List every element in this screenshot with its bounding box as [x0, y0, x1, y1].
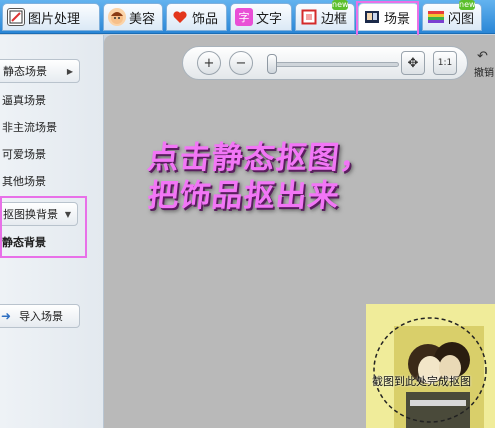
- sidebar-item-alternative[interactable]: 非主流场景: [2, 119, 57, 135]
- tab-label: 文字: [256, 11, 283, 27]
- tab-label: 饰品: [192, 11, 219, 27]
- tab-beauty[interactable]: 美容: [103, 3, 163, 31]
- tab-photo-edit[interactable]: 图片处理: [2, 3, 100, 31]
- import-scene-label: 导入场景: [19, 310, 64, 323]
- actual-size-button[interactable]: 1:1: [433, 51, 457, 75]
- zoom-out-icon: −: [235, 55, 247, 71]
- sidebar-item-realistic[interactable]: 逼真场景: [2, 92, 46, 108]
- zoom-slider-track[interactable]: [269, 62, 399, 67]
- fit-screen-icon: ✥: [407, 55, 419, 71]
- tab-accessories[interactable]: 饰品: [166, 3, 227, 31]
- import-scene-button[interactable]: ➜ 导入场景: [0, 304, 80, 328]
- zoom-in-icon: +: [203, 55, 215, 71]
- tab-flash[interactable]: new 闪图: [422, 0, 482, 31]
- cutout-highlight: [0, 196, 87, 258]
- instruction-line-2: 把饰品抠出来: [145, 178, 342, 214]
- photo-edit-icon: [7, 8, 25, 26]
- zoom-slider-thumb[interactable]: [267, 54, 277, 74]
- text-icon: 字: [235, 8, 253, 26]
- tab-frame[interactable]: new 边框: [295, 0, 355, 31]
- new-badge: new: [459, 0, 476, 10]
- static-scene-button[interactable]: 静态场景 ▶: [0, 59, 80, 83]
- cutout-preview-image[interactable]: [366, 304, 495, 428]
- static-scene-label: 静态场景: [3, 65, 47, 78]
- tab-label: 美容: [129, 11, 156, 27]
- undo-icon: ↶: [477, 49, 488, 64]
- zoom-out-button[interactable]: −: [229, 51, 253, 75]
- tab-label: 闪图: [448, 11, 475, 27]
- fit-screen-button[interactable]: ✥: [401, 51, 425, 75]
- frame-icon: [300, 8, 318, 26]
- preview-photo: [366, 304, 495, 428]
- undo-label: 撤销: [474, 68, 494, 79]
- heart-icon: [171, 8, 189, 26]
- tab-label: 边框: [321, 11, 348, 27]
- import-icon: ➜: [1, 309, 12, 323]
- zoom-in-button[interactable]: +: [197, 51, 221, 75]
- actual-size-icon: 1:1: [437, 58, 453, 68]
- tab-text[interactable]: 字 文字: [230, 3, 292, 31]
- chevron-right-icon: ▶: [66, 66, 73, 76]
- sidebar-item-other[interactable]: 其他场景: [2, 173, 46, 189]
- rainbow-icon: [427, 8, 445, 26]
- preview-caption: 截图到此处完成抠图: [372, 375, 471, 388]
- tab-label: 图片处理: [28, 11, 81, 27]
- zoom-toolbar: + − ✥ 1:1: [182, 46, 468, 80]
- new-badge: new: [332, 0, 349, 10]
- sidebar-item-cute[interactable]: 可爱场景: [2, 146, 46, 162]
- top-tab-bar: 图片处理 美容 饰品 字 文字 new 边框 场景 new 闪图: [0, 0, 495, 34]
- undo-button[interactable]: ↶ 撤销: [474, 46, 495, 80]
- face-icon: [108, 8, 126, 26]
